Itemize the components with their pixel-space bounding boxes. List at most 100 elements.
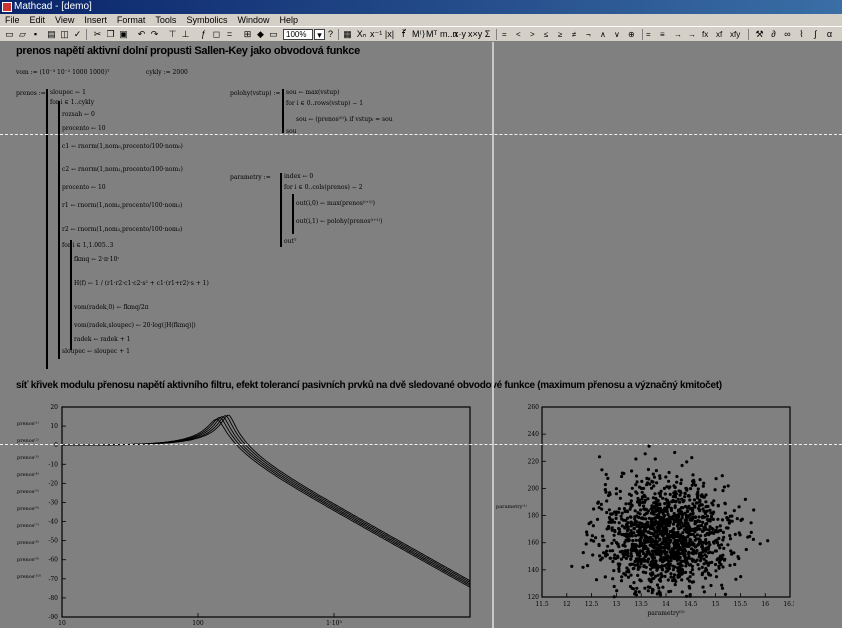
cut-icon[interactable]: ✂ [92, 29, 103, 40]
scatter-point [697, 515, 701, 519]
menu-edit[interactable]: Edit [25, 14, 51, 26]
inverse-icon[interactable]: x⁻¹ [370, 29, 382, 40]
greater-than-button[interactable]: > [530, 29, 535, 40]
insert-function-icon[interactable]: ƒ [198, 29, 209, 40]
frequency-response-chart[interactable]: 20100-10-20-30-40-50-60-70-80-9010 100 1·1… [0, 402, 480, 628]
help-icon[interactable]: ? [325, 29, 336, 40]
scatter-point [639, 536, 643, 540]
fx-button[interactable]: fx [702, 29, 708, 40]
xfy-button[interactable]: xfy [730, 29, 740, 40]
cross-product-icon[interactable]: x×y [468, 29, 482, 40]
sum-icon[interactable]: Σ [482, 29, 493, 40]
program-line: outᵀ [284, 238, 297, 245]
new-file-icon[interactable]: ▭ [4, 29, 15, 40]
calculate-icon[interactable]: = [224, 29, 235, 40]
xor-button[interactable]: ⊕ [628, 29, 635, 40]
not-equal-button[interactable]: ≠ [572, 29, 576, 40]
scatter-point [691, 479, 695, 483]
define-button[interactable]: = [646, 29, 651, 40]
scatter-point [682, 547, 686, 551]
scatter-point [604, 552, 608, 556]
open-file-icon[interactable]: ▱ [17, 29, 28, 40]
menu-format[interactable]: Format [112, 14, 151, 26]
scatter-point [596, 501, 600, 505]
transpose-icon[interactable]: Mᵀ [426, 29, 437, 40]
calculus-icon[interactable]: ∫ [810, 29, 821, 40]
less-than-button[interactable]: < [516, 29, 521, 40]
print-icon[interactable]: ▤ [46, 29, 57, 40]
graph-icon[interactable]: ⌇ [796, 29, 807, 40]
matrix-icon[interactable]: ▦ [342, 29, 353, 40]
not-button[interactable]: ¬ [586, 29, 591, 40]
window-icon[interactable]: ▭ [268, 29, 279, 40]
scatter-point [620, 549, 624, 553]
arrow-button[interactable]: → [674, 29, 682, 40]
determinant-icon[interactable]: |x| [384, 29, 395, 40]
save-icon[interactable]: ▪ [30, 29, 41, 40]
scatter-point [723, 592, 728, 596]
menu-help[interactable]: Help [274, 14, 303, 26]
scatter-point [591, 524, 595, 528]
prenos-function-label[interactable]: prenos := [16, 90, 46, 97]
redo-icon[interactable]: ↷ [149, 29, 160, 40]
greater-equal-button[interactable]: ≥ [558, 29, 562, 40]
menu-window[interactable]: Window [232, 14, 274, 26]
scatter-point [680, 551, 684, 555]
superscript-icon[interactable]: M⁽⟩ [412, 29, 425, 40]
worksheet[interactable]: prenos napětí aktivní dolní propusti Sal… [0, 42, 842, 628]
scatter-point [709, 511, 713, 515]
polohy-function-label[interactable]: polohy(vstup) := [230, 90, 280, 97]
menu-tools[interactable]: Tools [150, 14, 181, 26]
range-icon[interactable]: m..n [440, 29, 458, 40]
x-tick-label: 12 [563, 601, 571, 608]
component-icon[interactable]: ⊞ [242, 29, 253, 40]
cycles-definition[interactable]: cykly := 2000 [146, 69, 188, 76]
scatter-point [680, 497, 684, 501]
scatter-point [672, 557, 676, 561]
scatter-point [656, 552, 661, 556]
menu-view[interactable]: View [50, 14, 79, 26]
equals-symbol-button[interactable]: = [502, 29, 507, 40]
subscript-icon[interactable]: Xₙ [356, 29, 367, 40]
scatter-point [597, 506, 601, 510]
scatter-point [690, 483, 694, 487]
vectorize-icon[interactable]: f⃗ [398, 29, 409, 40]
scatter-point [624, 556, 628, 560]
scatter-point [648, 563, 652, 567]
greek-icon[interactable]: α [824, 29, 835, 40]
menu-file[interactable]: File [0, 14, 25, 26]
zoom-select[interactable]: 100% [283, 29, 313, 40]
or-button[interactable]: ∨ [614, 29, 620, 40]
dot-product-icon[interactable]: x·y [454, 29, 466, 40]
scatter-point [662, 514, 666, 518]
less-equal-button[interactable]: ≤ [544, 29, 548, 40]
resource-icon[interactable]: ◆ [255, 29, 266, 40]
copy-icon[interactable]: ❐ [105, 29, 116, 40]
xf-button[interactable]: xf [716, 29, 722, 40]
and-button[interactable]: ∧ [600, 29, 606, 40]
chevron-down-icon[interactable]: ▾ [314, 29, 325, 40]
paste-icon[interactable]: ▣ [118, 29, 129, 40]
menu-symbolics[interactable]: Symbolics [181, 14, 232, 26]
scatter-point [632, 581, 636, 585]
infinity-icon[interactable]: ∞ [782, 29, 793, 40]
align-top-icon[interactable]: ⊤ [167, 29, 178, 40]
scatter-point [667, 542, 671, 547]
partial-icon[interactable]: ∂ [768, 29, 779, 40]
nominal-values-definition[interactable]: vom := (10⁻³ 10⁻² 1000 1000)ᵀ [16, 69, 109, 76]
menu-insert[interactable]: Insert [79, 14, 112, 26]
parameter-scatter-chart[interactable]: 260 240 220 200 180 160 140 12011.5 12 12.5 13 13.5… [494, 402, 794, 628]
insert-unit-icon[interactable]: ◻ [211, 29, 222, 40]
global-define-button[interactable]: ≡ [660, 29, 665, 40]
print-preview-icon[interactable]: ◫ [59, 29, 70, 40]
scatter-point [651, 526, 655, 530]
tool-icon[interactable]: ⚒ [754, 29, 765, 40]
scatter-point [684, 515, 688, 519]
undo-icon[interactable]: ↶ [136, 29, 147, 40]
scatter-point [719, 562, 723, 567]
align-down-icon[interactable]: ⊥ [180, 29, 191, 40]
scatter-point [684, 594, 689, 598]
spell-check-icon[interactable]: ✓ [72, 29, 83, 40]
parametry-function-label[interactable]: parametry := [230, 174, 271, 181]
keyword-arrow-button[interactable]: → [688, 29, 696, 40]
